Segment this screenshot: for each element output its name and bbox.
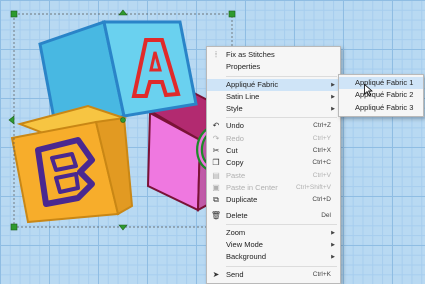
- menu-item-paste[interactable]: ▤ Paste Ctrl+V: [207, 170, 340, 182]
- menu-item-label: Satin Line: [226, 91, 260, 101]
- menu-item-label: Cut: [226, 146, 238, 156]
- trash-icon: 🗑: [210, 210, 222, 220]
- menu-item-shortcut: Ctrl+Shift+V: [295, 183, 331, 191]
- menu-item-shortcut: Ctrl+X: [312, 147, 331, 155]
- menu-item-redo[interactable]: ↷ Redo Ctrl+Y: [207, 133, 340, 145]
- selection-handle-bottom-left[interactable]: [10, 223, 18, 231]
- submenu-arrow-icon: ▶: [331, 254, 335, 261]
- menu-separator: [226, 265, 337, 267]
- menu-separator: [226, 117, 337, 119]
- stitches-icon: ⦙: [215, 50, 217, 59]
- menu-item-duplicate[interactable]: ⧉ Duplicate Ctrl+D: [207, 194, 340, 206]
- selection-handle-top-left[interactable]: [10, 10, 18, 18]
- menu-item-cut[interactable]: ✂ Cut Ctrl+X: [207, 145, 340, 157]
- menu-item-label: Copy: [226, 158, 244, 168]
- menu-item-label: View Mode: [226, 240, 263, 250]
- menu-item-label: Undo: [226, 121, 244, 131]
- menu-item-shortcut: Ctrl+Y: [312, 134, 331, 142]
- submenu-arrow-icon: ▶: [331, 93, 335, 100]
- menu-item-label: Duplicate: [226, 195, 258, 205]
- menu-item-properties[interactable]: Properties: [207, 61, 340, 73]
- menu-item-paste-in-center[interactable]: ▣ Paste in Center Ctrl+Shift+V: [207, 182, 340, 194]
- menu-separator: [226, 223, 337, 225]
- menu-separator: [226, 75, 337, 77]
- menu-item-label: Paste: [226, 170, 246, 180]
- menu-item-label: Background: [226, 252, 267, 262]
- submenu-arrow-icon: ▶: [331, 242, 335, 249]
- submenu-item-applique-fabric-1[interactable]: Appliqué Fabric 1: [339, 77, 423, 90]
- orange-block-b[interactable]: [10, 104, 134, 224]
- menu-item-send[interactable]: ➤ Send Ctrl+K: [207, 269, 340, 281]
- menu-item-label: Fix as Stitches: [226, 50, 275, 59]
- submenu-arrow-icon: ▶: [331, 229, 335, 236]
- mouse-cursor-icon: [364, 84, 373, 96]
- menu-item-applique-fabric[interactable]: Appliqué Fabric ▶: [207, 78, 340, 91]
- paste-center-icon: ▣: [212, 182, 220, 192]
- menu-item-style[interactable]: Style ▶: [207, 103, 340, 115]
- menu-item-shortcut: Ctrl+V: [312, 171, 331, 179]
- menu-item-undo[interactable]: ↶ Undo Ctrl+Z: [207, 120, 340, 132]
- menu-item-view-mode[interactable]: View Mode ▶: [207, 239, 340, 251]
- menu-item-label: Style: [226, 104, 243, 114]
- context-menu: ⦙ Fix as Stitches Properties Appliqué Fa…: [206, 46, 341, 284]
- submenu-item-applique-fabric-2[interactable]: Appliqué Fabric 2: [339, 89, 423, 101]
- menu-item-shortcut: Ctrl+Z: [313, 122, 331, 130]
- menu-item-shortcut: Ctrl+K: [312, 270, 331, 278]
- selection-handle-top-right[interactable]: [228, 10, 236, 18]
- selection-handle-middle-left[interactable]: [8, 115, 15, 125]
- submenu-arrow-icon: ▶: [331, 106, 335, 113]
- undo-icon: ↶: [212, 121, 220, 131]
- menu-item-zoom[interactable]: Zoom ▶: [207, 227, 340, 239]
- submenu-arrow-icon: ▶: [331, 81, 335, 88]
- selection-handle-bottom-center[interactable]: [118, 224, 128, 231]
- menu-item-label: Properties: [226, 62, 261, 72]
- copy-icon: ❐: [212, 158, 220, 168]
- rotation-center-handle[interactable]: [120, 117, 126, 123]
- menu-item-label: Zoom: [226, 227, 246, 237]
- scissors-icon: ✂: [212, 146, 220, 156]
- menu-item-fix-as-stitches[interactable]: ⦙ Fix as Stitches: [207, 49, 340, 61]
- menu-item-delete[interactable]: 🗑 Delete Del: [207, 210, 340, 222]
- applique-fabric-submenu: Appliqué Fabric 1 Appliqué Fabric 2 Appl…: [338, 74, 424, 117]
- menu-item-label: Redo: [226, 133, 244, 143]
- menu-item-label: Paste in Center: [226, 182, 278, 192]
- menu-item-shortcut: Ctrl+C: [312, 159, 331, 167]
- menu-item-shortcut: Del: [321, 211, 331, 219]
- menu-item-label: Send: [226, 269, 244, 279]
- redo-icon: ↷: [212, 133, 220, 143]
- submenu-item-label: Appliqué Fabric 3: [355, 102, 414, 112]
- menu-item-label: Delete: [226, 210, 248, 220]
- send-icon: ➤: [212, 269, 220, 279]
- paste-icon: ▤: [212, 170, 220, 180]
- duplicate-icon: ⧉: [213, 195, 219, 205]
- menu-item-satin-line[interactable]: Satin Line ▶: [207, 91, 340, 103]
- menu-item-label: Appliqué Fabric: [226, 79, 279, 89]
- selection-handle-top-center[interactable]: [118, 9, 128, 16]
- submenu-item-applique-fabric-3[interactable]: Appliqué Fabric 3: [339, 102, 423, 114]
- menu-item-shortcut: Ctrl+D: [312, 196, 331, 204]
- menu-item-background[interactable]: Background ▶: [207, 251, 340, 263]
- menu-item-copy[interactable]: ❐ Copy Ctrl+C: [207, 157, 340, 169]
